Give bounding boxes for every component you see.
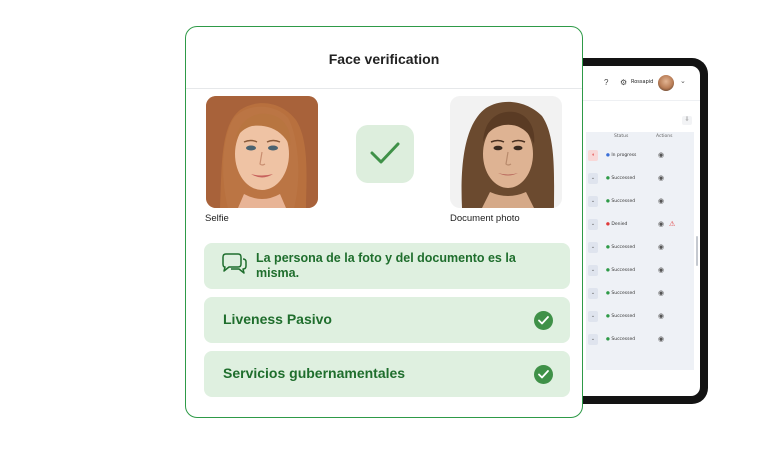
eye-icon[interactable]: ◉ (658, 220, 664, 228)
status-badge: ● Successed (606, 176, 635, 181)
check-icon (370, 142, 400, 164)
status-badge: ● Successed (606, 291, 635, 296)
status-badge: ● Successed (606, 314, 635, 319)
status-column-header: Status (614, 134, 629, 139)
government-services-result: Servicios gubernamentales (204, 351, 570, 397)
table-row[interactable]: ⌄ ● Successed ◉ (586, 169, 694, 188)
status-badge: ● Successed (606, 245, 635, 250)
chevron-down-icon[interactable]: ⌄ (588, 219, 598, 230)
face-match-message: La persona de la foto y del documento es… (256, 251, 516, 280)
check-circle-icon (534, 311, 553, 330)
chevron-down-icon[interactable]: ⌄ (588, 334, 598, 345)
status-badge: ● Successed (606, 199, 635, 204)
face-verification-card: Face verification Selfie Document photo … (185, 26, 583, 418)
headset-icon[interactable]: ◖ (588, 150, 598, 161)
status-text: Successed (611, 337, 636, 342)
status-text: Successed (611, 291, 636, 296)
download-icon[interactable]: ⇩ (682, 116, 692, 125)
chevron-down-icon[interactable]: ⌄ (588, 196, 598, 207)
chevron-down-icon[interactable]: ⌄ (588, 311, 598, 322)
status-text: Successed (611, 199, 636, 204)
actions-column-header: Actions (656, 134, 673, 139)
document-photo (450, 96, 562, 208)
eye-icon[interactable]: ◉ (658, 174, 664, 182)
table-row[interactable]: ⌄ ● Successed ◉ (586, 261, 694, 280)
eye-icon[interactable]: ◉ (658, 335, 664, 343)
table-row[interactable]: ⌄ ● Successed ◉ (586, 307, 694, 326)
status-text: Denied (611, 222, 628, 227)
eye-icon[interactable]: ◉ (658, 243, 664, 251)
scrollbar[interactable] (696, 236, 698, 266)
status-text: Successed (611, 314, 636, 319)
status-badge: ● Denied (606, 222, 627, 227)
liveness-label: Liveness Pasivo (223, 311, 332, 327)
face-match-result: La persona de la foto y del documento es… (204, 243, 570, 289)
liveness-result: Liveness Pasivo (204, 297, 570, 343)
status-text: Successed (611, 245, 636, 250)
gear-icon[interactable]: ⚙ (620, 78, 627, 87)
table-row[interactable]: ⌄ ● Successed ◉ (586, 192, 694, 211)
page-title: Face verification (328, 51, 440, 67)
chevron-down-icon[interactable]: ⌄ (588, 265, 598, 276)
chevron-down-icon[interactable]: ⌄ (588, 173, 598, 184)
chevron-down-icon[interactable]: ⌄ (588, 288, 598, 299)
divider (186, 88, 582, 89)
avatar[interactable] (658, 75, 674, 91)
help-icon[interactable]: ? (604, 78, 608, 87)
eye-icon[interactable]: ◉ (658, 289, 664, 297)
status-badge: ● Successed (606, 268, 635, 273)
status-badge: ● Successed (606, 337, 635, 342)
eye-icon[interactable]: ◉ (658, 197, 664, 205)
warning-icon: ⚠ (669, 221, 676, 228)
user-name: Rossapid (631, 79, 654, 85)
selfie-photo (206, 96, 318, 208)
document-photo-label: Document photo (450, 213, 520, 224)
chevron-down-icon[interactable]: ⌄ (588, 242, 598, 253)
table-row[interactable]: ⌄ ● Successed ◉ (586, 238, 694, 257)
chevron-down-icon[interactable]: ⌄ (680, 77, 686, 85)
government-services-label: Servicios gubernamentales (223, 365, 406, 381)
table-row[interactable]: ⌄ ● Denied ◉ ⚠ (586, 215, 694, 234)
match-indicator (356, 125, 414, 183)
check-circle-icon (534, 365, 553, 384)
chat-bubbles-icon (222, 253, 247, 274)
table-row[interactable]: ⌄ ● Successed ◉ (586, 284, 694, 303)
status-badge: ● In progress (606, 153, 636, 158)
eye-icon[interactable]: ◉ (658, 266, 664, 274)
selfie-label: Selfie (205, 213, 229, 224)
status-text: Successed (611, 268, 636, 273)
status-text: In progress (611, 153, 637, 158)
table-row[interactable]: ⌄ ● Successed ◉ (586, 330, 694, 349)
table-row[interactable]: ◖ ● In progress ◉ (586, 146, 694, 165)
eye-icon[interactable]: ◉ (658, 312, 664, 320)
eye-icon[interactable]: ◉ (658, 151, 664, 159)
status-text: Successed (611, 176, 636, 181)
